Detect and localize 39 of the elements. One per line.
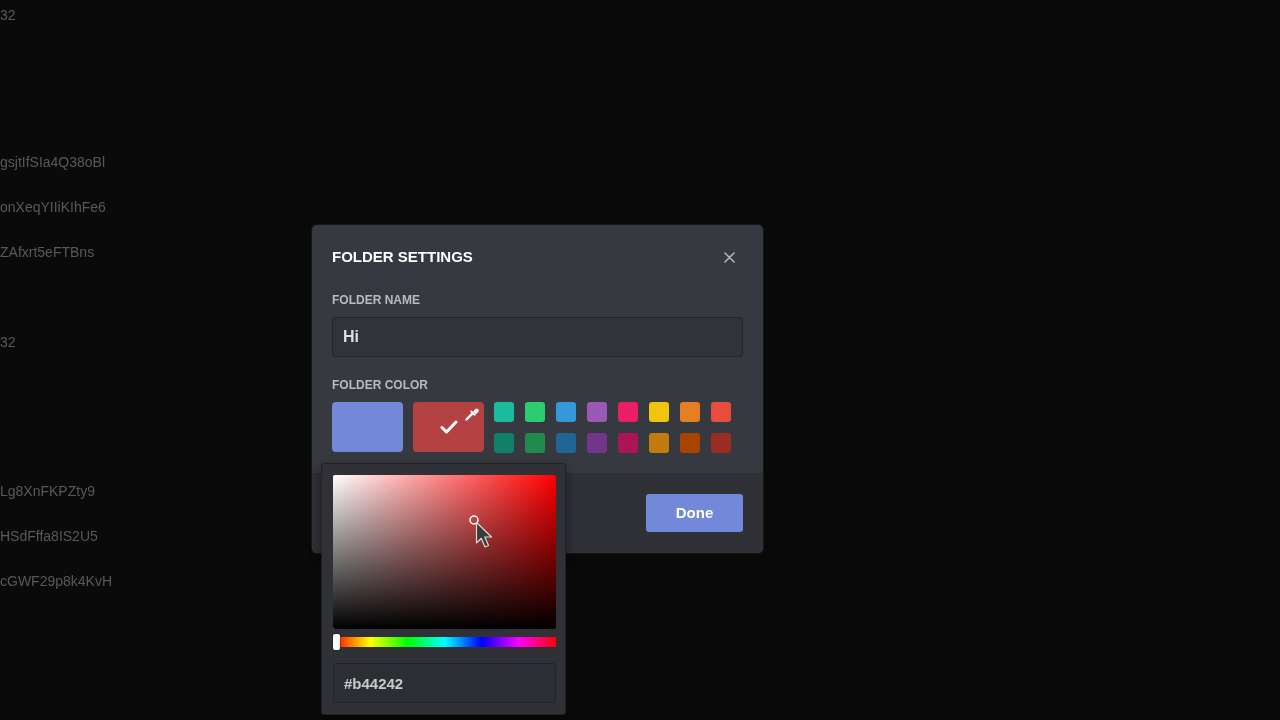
- message-text: Lg8XnFKPZty9: [0, 481, 95, 501]
- picker-handle-icon[interactable]: [469, 515, 480, 526]
- check-icon: [439, 420, 458, 434]
- color-swatch[interactable]: [711, 402, 731, 422]
- saturation-field[interactable]: [333, 475, 556, 629]
- message-text: onXeqYIIiKIhFe6: [0, 197, 106, 217]
- default-color-swatch[interactable]: [332, 402, 403, 452]
- message-text: cGWF29p8k4KvH: [0, 571, 113, 591]
- color-swatch[interactable]: [711, 433, 731, 453]
- hue-slider-thumb[interactable]: [333, 634, 340, 650]
- custom-color-swatch[interactable]: [413, 402, 484, 452]
- color-swatch[interactable]: [556, 402, 576, 422]
- color-swatch[interactable]: [525, 402, 545, 422]
- color-swatch[interactable]: [587, 433, 607, 453]
- message-text: ZAfxrt5eFTBns: [0, 242, 95, 262]
- color-swatch[interactable]: [556, 433, 576, 453]
- message-text: gsjtIfSIa4Q38oBl: [0, 152, 106, 172]
- folder-name-input[interactable]: Hi: [332, 317, 743, 357]
- color-swatch[interactable]: [618, 402, 638, 422]
- color-swatch[interactable]: [494, 433, 514, 453]
- field-label: FOLDER NAME: [332, 292, 420, 308]
- mouse-pointer-icon: [475, 521, 495, 549]
- message-text: 32: [0, 332, 16, 352]
- field-label: FOLDER COLOR: [332, 377, 428, 393]
- hex-color-input[interactable]: #b44242: [333, 663, 556, 703]
- color-swatch[interactable]: [525, 433, 545, 453]
- color-swatch[interactable]: [680, 402, 700, 422]
- color-swatch[interactable]: [649, 402, 669, 422]
- message-text: 32: [0, 5, 16, 25]
- message-text: HSdFffa8IS2U5: [0, 526, 98, 546]
- close-icon: [723, 251, 735, 263]
- hue-slider-track[interactable]: [333, 634, 556, 650]
- eyedropper-icon: [465, 407, 479, 421]
- color-swatch[interactable]: [680, 433, 700, 453]
- dialog-title: FOLDER SETTINGS: [332, 247, 473, 267]
- color-swatch[interactable]: [494, 402, 514, 422]
- color-swatch[interactable]: [649, 433, 669, 453]
- color-swatch[interactable]: [587, 402, 607, 422]
- color-swatch[interactable]: [618, 433, 638, 453]
